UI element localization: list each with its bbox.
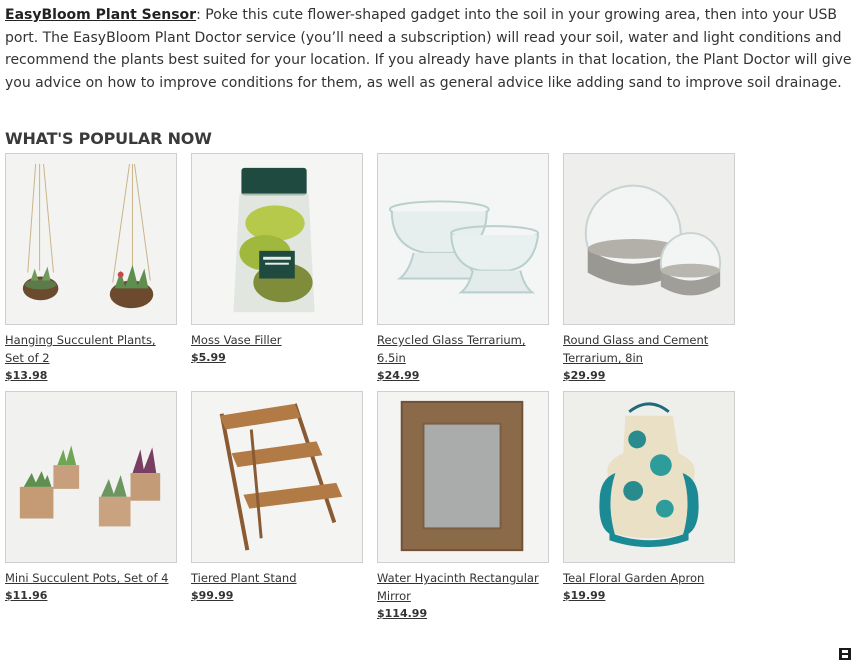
cement-terrarium-image[interactable] [563, 153, 735, 325]
succulent-pots-image[interactable] [5, 391, 177, 563]
product-card: Water Hyacinth Rectangular Mirror $114.9… [377, 391, 563, 623]
product-name-link[interactable]: Water Hyacinth Rectangular Mirror [377, 569, 549, 605]
widget-toggle-icon[interactable] [839, 645, 851, 660]
product-name-link[interactable]: Mini Succulent Pots, Set of 4 [5, 569, 177, 587]
product-price[interactable]: $114.99 [377, 605, 563, 623]
product-name-link[interactable]: Hanging Succulent Plants, Set of 2 [5, 331, 177, 367]
product-price[interactable]: $13.98 [5, 367, 191, 385]
product-card: Hanging Succulent Plants, Set of 2 $13.9… [5, 153, 191, 385]
product-price[interactable]: $11.96 [5, 587, 191, 605]
product-card: Round Glass and Cement Terrarium, 8in $2… [563, 153, 749, 385]
product-card: Teal Floral Garden Apron $19.99 [563, 391, 749, 623]
product-name-link[interactable]: Round Glass and Cement Terrarium, 8in [563, 331, 735, 367]
garden-apron-image[interactable] [563, 391, 735, 563]
product-card: Mini Succulent Pots, Set of 4 $11.96 [5, 391, 191, 623]
product-name-link[interactable]: Moss Vase Filler [191, 331, 363, 349]
product-name-link[interactable]: Teal Floral Garden Apron [563, 569, 735, 587]
glass-terrarium-image[interactable] [377, 153, 549, 325]
easybloom-link[interactable]: EasyBloom Plant Sensor [5, 7, 196, 23]
popular-products-grid: Hanging Succulent Plants, Set of 2 $13.9… [5, 153, 765, 623]
hanging-succulents-image[interactable] [5, 153, 177, 325]
product-card: Moss Vase Filler $5.99 [191, 153, 377, 385]
product-card: Tiered Plant Stand $99.99 [191, 391, 377, 623]
article-paragraph: EasyBloom Plant Sensor: Poke this cute f… [5, 4, 853, 94]
product-name-link[interactable]: Recycled Glass Terrarium, 6.5in [377, 331, 549, 367]
moss-bag-image[interactable] [191, 153, 363, 325]
product-price[interactable]: $5.99 [191, 349, 377, 367]
product-price[interactable]: $29.99 [563, 367, 749, 385]
hyacinth-mirror-image[interactable] [377, 391, 549, 563]
section-title: WHAT'S POPULAR NOW [5, 129, 212, 148]
product-price[interactable]: $24.99 [377, 367, 563, 385]
product-price[interactable]: $99.99 [191, 587, 377, 605]
product-card: Recycled Glass Terrarium, 6.5in $24.99 [377, 153, 563, 385]
plant-stand-image[interactable] [191, 391, 363, 563]
product-price[interactable]: $19.99 [563, 587, 749, 605]
product-name-link[interactable]: Tiered Plant Stand [191, 569, 363, 587]
